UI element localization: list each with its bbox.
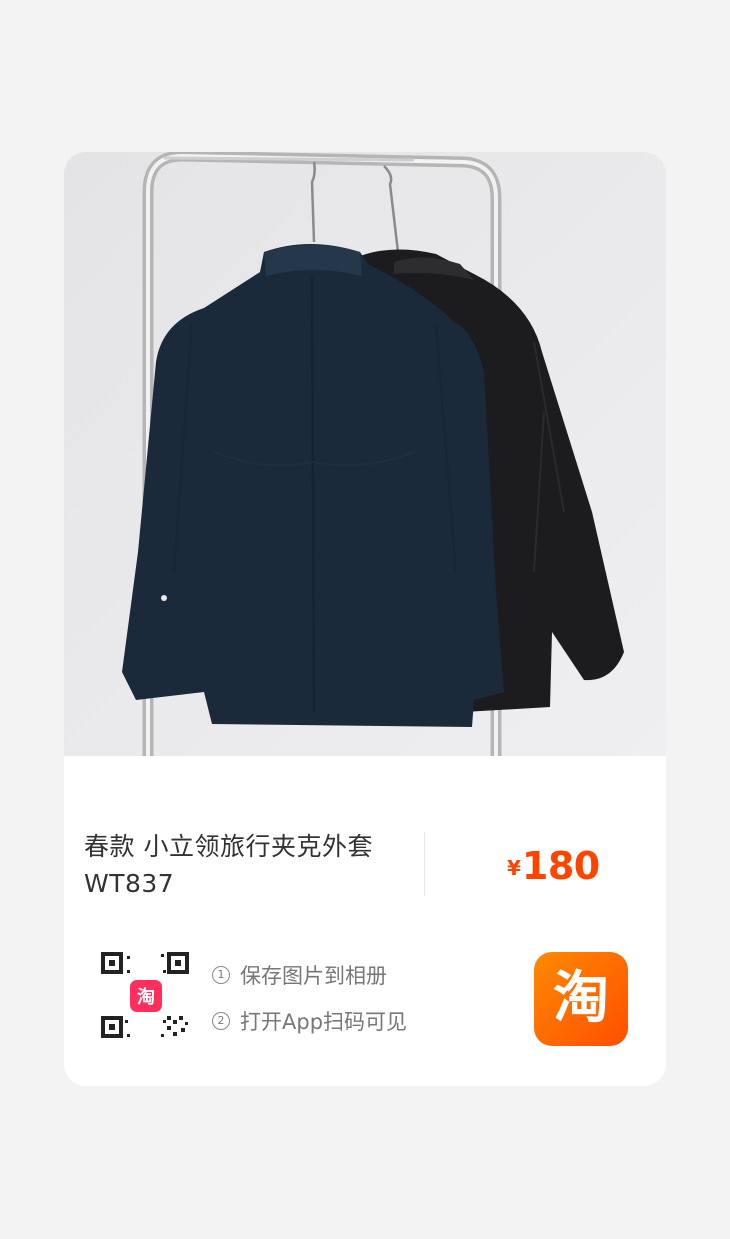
step-save-image: 1 保存图片到相册 [212,960,407,990]
product-price: ¥180 [507,844,600,888]
title-price-divider [424,832,425,896]
qr-code[interactable]: 淘 [101,950,193,1042]
step-text: 打开App扫码可见 [240,1010,408,1034]
step-open-app: 2 打开App扫码可见 [212,1006,407,1036]
price-amount: 180 [521,844,600,888]
product-title: 春款 小立领旅行夹克外套WT837 [84,832,373,898]
share-instructions: 1 保存图片到相册 2 打开App扫码可见 [212,960,407,1052]
taobao-app-icon[interactable]: 淘 [534,952,628,1046]
product-photo [64,152,666,756]
step-text: 保存图片到相册 [240,964,387,988]
step-number: 2 [212,1012,230,1030]
price-currency: ¥ [507,856,521,880]
qr-taobao-badge: 淘 [130,980,162,1012]
product-share-card: 春款 小立领旅行夹克外套WT837 ¥180 淘 1 保存图片到相册 2 打开A… [64,152,666,1086]
step-number: 1 [212,966,230,984]
